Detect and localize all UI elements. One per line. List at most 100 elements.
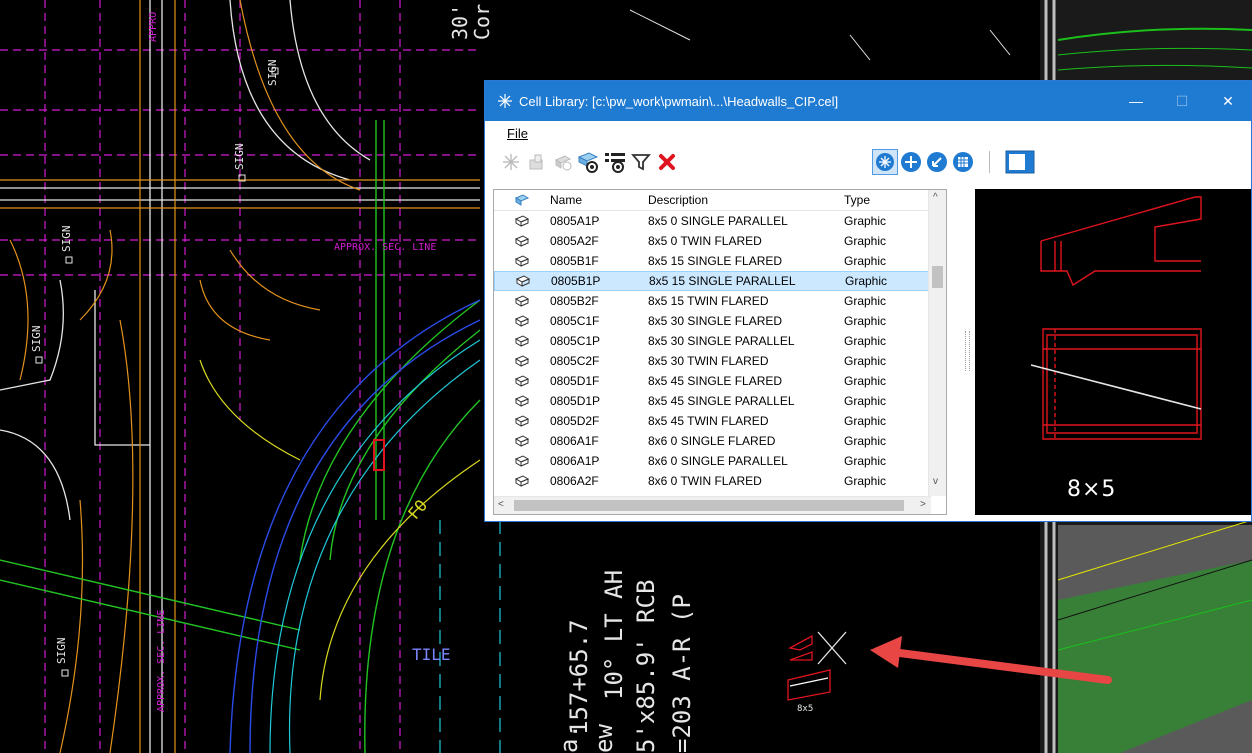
cell-name: 0805C1F (550, 314, 600, 328)
toolbar-separator (989, 151, 990, 173)
title-bar[interactable]: Cell Library: [c:\pw_work\pwmain\...\Hea… (485, 81, 1251, 121)
create-cell-icon[interactable] (525, 150, 549, 174)
cad-label-station: ew (590, 724, 618, 753)
cell-description: 8x5 0 TWIN FLARED (648, 234, 762, 248)
cell-description: 8x5 15 TWIN FLARED (648, 294, 769, 308)
cad-label-sign: SIGN (233, 143, 246, 171)
point-placement-icon[interactable] (899, 150, 923, 174)
cad-label-station: 157+65.7 (565, 619, 593, 735)
cad-label-sign: SIGN (30, 325, 43, 353)
cad-label-dim: Cor (470, 3, 494, 40)
cell-description: 8x5 45 SINGLE FLARED (648, 374, 783, 388)
minimize-button[interactable]: — (1113, 93, 1159, 109)
filter-icon[interactable] (629, 150, 653, 174)
cell-icon (494, 455, 550, 467)
cell-name: 0805C2F (550, 354, 600, 368)
cad-label-approx-sec-line: APPROX. SEC. LINE (334, 242, 437, 253)
cell-icon (494, 315, 550, 327)
cell-description: 8x5 30 TWIN FLARED (648, 354, 769, 368)
cad-label-tile: TILE (412, 645, 451, 664)
table-row[interactable]: 0805C1P 8x5 30 SINGLE PARALLEL Graphic (494, 331, 946, 351)
cell-preview: 8×5 (975, 189, 1251, 515)
table-row[interactable]: 0806A1F 8x6 0 SINGLE FLARED Graphic (494, 431, 946, 451)
replace-cell-icon[interactable] (551, 150, 575, 174)
cell-icon (494, 375, 550, 387)
cell-description: 8x6 0 SINGLE PARALLEL (648, 454, 788, 468)
headwall-preview-drawing (1030, 196, 1202, 440)
horizontal-scroll-thumb[interactable] (514, 500, 904, 511)
cell-list[interactable]: Name Description Type 0805A1P 8x5 0 SINGL… (493, 189, 947, 515)
horizontal-scrollbar[interactable]: < > (494, 496, 931, 514)
table-row[interactable]: 0805A2F 8x5 0 TWIN FLARED Graphic (494, 231, 946, 251)
table-row[interactable]: 0806A2F 8x6 0 TWIN FLARED Graphic (494, 471, 946, 491)
cell-description: 8x5 15 SINGLE PARALLEL (649, 274, 796, 288)
cell-name: 0805B1F (550, 254, 599, 268)
cad-label-sign: SIGN (55, 637, 68, 665)
scroll-right-icon[interactable]: > (920, 499, 926, 510)
column-header-type[interactable]: Type (844, 193, 934, 207)
cell-name: 0806A1F (550, 434, 599, 448)
cad-label-approx: APPRO (148, 11, 159, 42)
show-cells-icon[interactable] (577, 150, 601, 174)
cell-type: Graphic (844, 254, 887, 268)
cell-name: 0805D2F (550, 414, 600, 428)
table-row[interactable]: 0805B2F 8x5 15 TWIN FLARED Graphic (494, 291, 946, 311)
table-row[interactable]: 0805D1F 8x5 45 SINGLE FLARED Graphic (494, 371, 946, 391)
cell-name: 0805A2F (550, 234, 599, 248)
table-row[interactable]: 0805D1P 8x5 45 SINGLE PARALLEL Graphic (494, 391, 946, 411)
table-row[interactable]: 0805B1F 8x5 15 SINGLE FLARED Graphic (494, 251, 946, 271)
cell-type: Graphic (844, 394, 887, 408)
table-row[interactable]: 0805B1P 8x5 15 SINGLE PARALLEL Graphic (494, 271, 946, 291)
cell-icon (494, 395, 550, 407)
cad-label-sign: SIGN (60, 225, 73, 253)
cell-name: 0806A2F (550, 474, 599, 488)
cad-label-station: =203 A-R (P (668, 594, 696, 753)
cell-description: 8x6 0 SINGLE FLARED (648, 434, 776, 448)
close-button[interactable]: ✕ (1205, 93, 1251, 110)
cell-description: 8x5 45 SINGLE PARALLEL (648, 394, 795, 408)
cell-description: 8x5 30 SINGLE PARALLEL (648, 334, 795, 348)
cell-description: 8x5 0 SINGLE PARALLEL (648, 214, 788, 228)
table-row[interactable]: 0805C1F 8x5 30 SINGLE FLARED Graphic (494, 311, 946, 331)
menu-bar: File (485, 121, 1251, 145)
delete-icon[interactable] (655, 150, 679, 174)
cell-icon (494, 255, 550, 267)
cell-library-window[interactable]: Cell Library: [c:\pw_work\pwmain\...\Hea… (484, 80, 1252, 522)
cad-cell-label: 8x5 (797, 704, 814, 714)
cell-name: 0805D1P (550, 394, 601, 408)
cell-type: Graphic (844, 474, 887, 488)
pane-splitter[interactable] (965, 331, 970, 371)
window-title: Cell Library: [c:\pw_work\pwmain\...\Hea… (519, 93, 839, 109)
maximize-button[interactable]: ☐ (1159, 93, 1205, 110)
cell-type: Graphic (844, 334, 887, 348)
scroll-up-icon[interactable]: ^ (933, 192, 938, 203)
cell-icon (494, 475, 550, 487)
column-header-description[interactable]: Description (648, 193, 844, 207)
cell-icon (494, 435, 550, 447)
cell-column-icon[interactable] (494, 194, 550, 206)
cell-library-icon (498, 94, 512, 108)
list-view-icon[interactable] (603, 150, 627, 174)
pattern-placement-icon[interactable] (951, 150, 975, 174)
cad-label-station: 10° LT AH (600, 569, 628, 700)
cell-name: 0805B2F (550, 294, 599, 308)
scroll-left-icon[interactable]: < (498, 499, 504, 510)
scroll-down-icon[interactable]: v (933, 476, 938, 487)
new-cell-icon[interactable] (499, 150, 523, 174)
cell-name: 0806A1P (550, 454, 600, 468)
menu-file[interactable]: File (501, 124, 534, 143)
vertical-scroll-thumb[interactable] (932, 266, 943, 288)
vertical-scrollbar[interactable]: ^ v (928, 190, 946, 496)
table-row[interactable]: 0805D2F 8x5 45 TWIN FLARED Graphic (494, 411, 946, 431)
cell-type: Graphic (844, 414, 887, 428)
placement-active-icon[interactable] (872, 149, 898, 175)
table-row[interactable]: 0805C2F 8x5 30 TWIN FLARED Graphic (494, 351, 946, 371)
column-header-name[interactable]: Name (550, 193, 648, 207)
table-row[interactable]: 0806A1P 8x6 0 SINGLE PARALLEL Graphic (494, 451, 946, 471)
cell-type: Graphic (844, 234, 887, 248)
cad-label-approx-sec-line: APPROX. SEC. LINE (156, 609, 167, 712)
table-row[interactable]: 0805A1P 8x5 0 SINGLE PARALLEL Graphic (494, 211, 946, 231)
cell-type: Graphic (844, 454, 887, 468)
terminator-placement-icon[interactable] (925, 150, 949, 174)
toggle-preview-icon[interactable] (1004, 150, 1036, 174)
